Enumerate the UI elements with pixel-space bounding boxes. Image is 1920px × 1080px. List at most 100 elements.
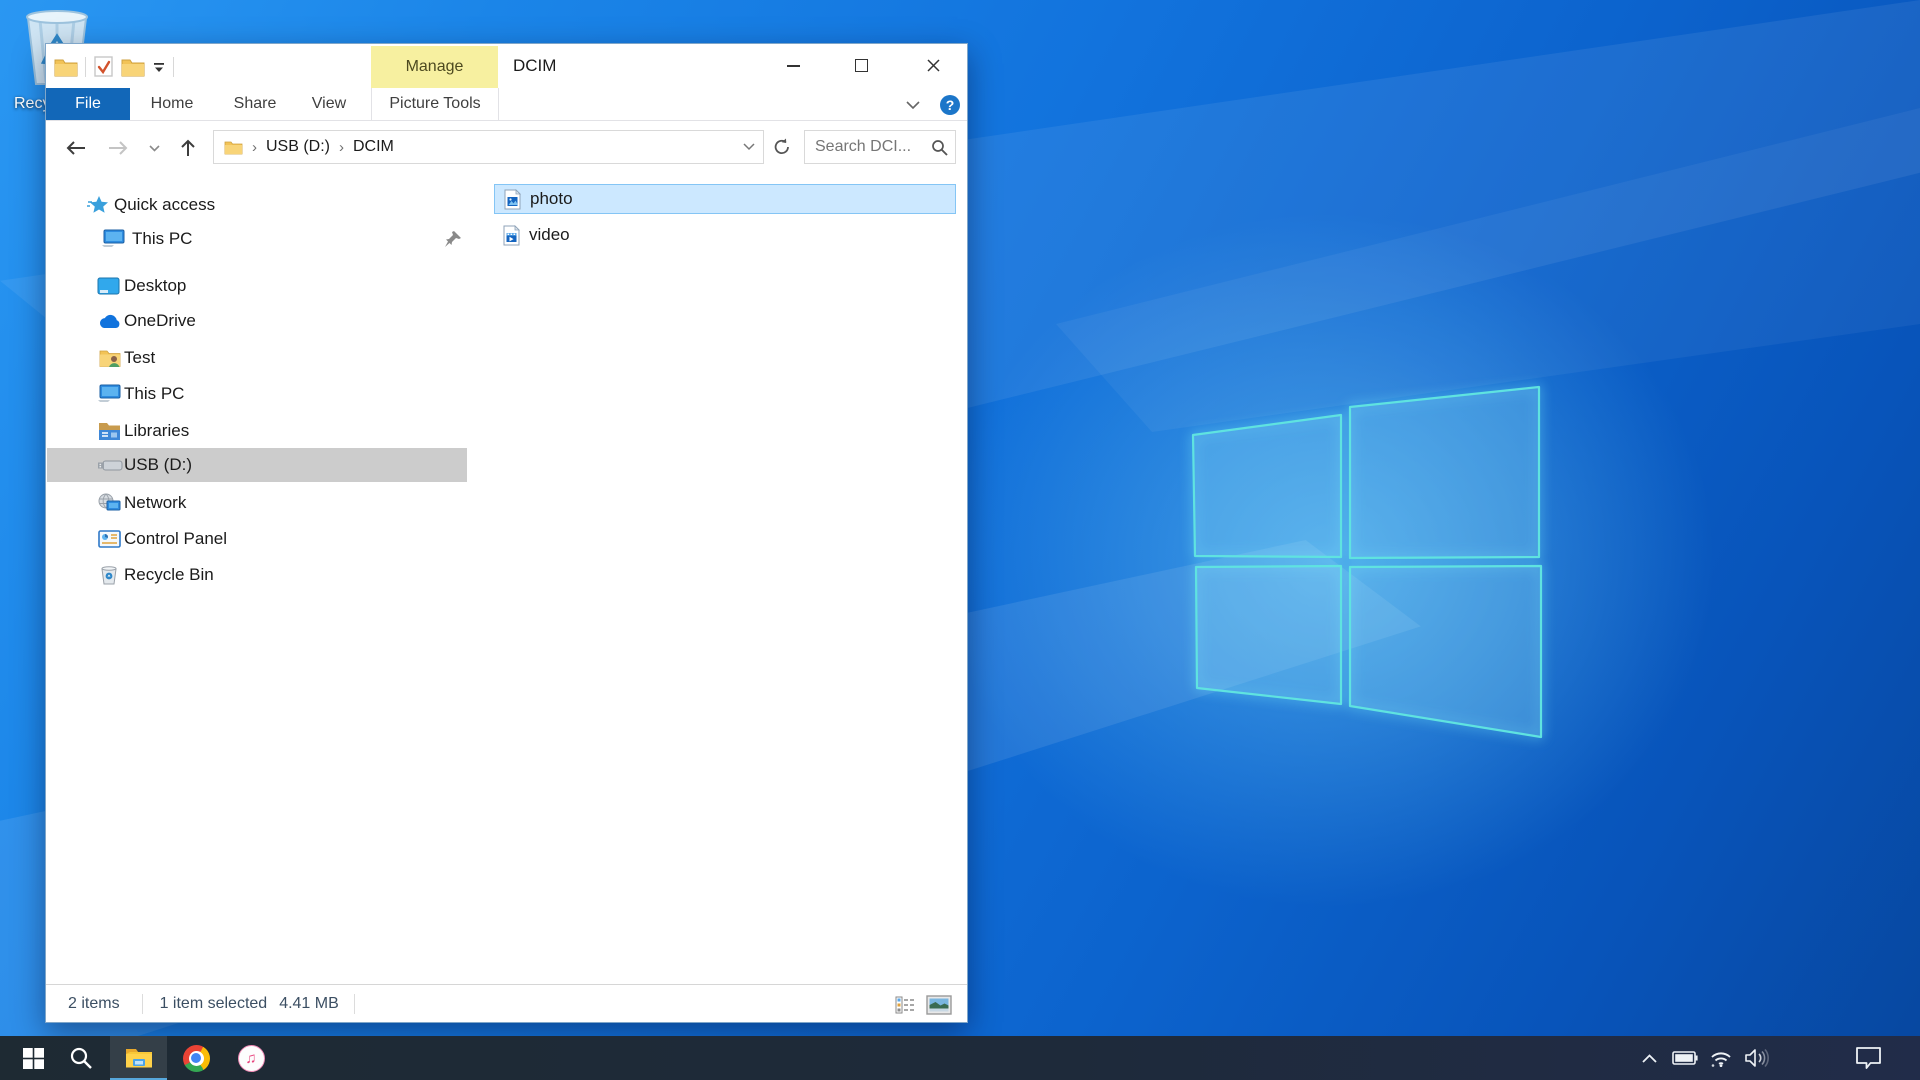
action-center-icon xyxy=(1855,1046,1882,1070)
maximize-button[interactable] xyxy=(838,44,884,87)
desktop-screen: Recycle Bin xyxy=(0,0,1920,1080)
windows-start-icon xyxy=(23,1048,44,1069)
tab-manage-contextual[interactable]: Manage xyxy=(371,46,498,88)
file-name: video xyxy=(529,225,570,245)
breadcrumb-dcim[interactable]: DCIM xyxy=(353,138,394,156)
chrome-icon xyxy=(183,1045,210,1072)
refresh-button[interactable] xyxy=(769,134,795,160)
close-icon xyxy=(927,59,940,72)
tab-file[interactable]: File xyxy=(46,88,130,120)
wifi-tray-icon[interactable] xyxy=(1704,1036,1738,1080)
breadcrumb-usb[interactable]: USB (D:) xyxy=(266,138,330,156)
taskbar-file-explorer-button[interactable] xyxy=(110,1036,167,1080)
search-box[interactable] xyxy=(804,130,956,164)
wifi-icon xyxy=(1708,1048,1734,1068)
sidebar-item-label: This PC xyxy=(132,229,192,249)
qat-separator xyxy=(85,57,86,77)
action-center-button[interactable] xyxy=(1848,1036,1888,1080)
sidebar-item-onedrive[interactable]: OneDrive xyxy=(47,304,467,338)
large-icons-view-button[interactable] xyxy=(924,992,954,1017)
sidebar-item-this-pc-pinned[interactable]: This PC xyxy=(47,222,467,256)
taskbar-itunes-button[interactable]: ♫ xyxy=(227,1036,275,1080)
photo-file-icon xyxy=(504,189,521,210)
search-icon[interactable] xyxy=(931,139,948,156)
folder-icon xyxy=(224,140,243,155)
address-bar[interactable]: › USB (D:) › DCIM xyxy=(213,130,764,164)
this-pc-monitor-icon xyxy=(97,384,122,404)
start-button[interactable] xyxy=(9,1036,57,1080)
back-button[interactable] xyxy=(62,134,90,162)
sidebar-item-this-pc[interactable]: This PC xyxy=(47,377,467,411)
desktop-icon xyxy=(97,277,120,296)
navigation-toolbar: › USB (D:) › DCIM xyxy=(46,121,967,174)
tab-picture-tools[interactable]: Picture Tools xyxy=(371,88,499,120)
usb-drive-icon xyxy=(97,459,123,472)
forward-button[interactable] xyxy=(104,134,132,162)
close-button[interactable] xyxy=(910,44,956,87)
sidebar-item-label: Quick access xyxy=(114,195,215,215)
properties-check-icon[interactable] xyxy=(93,55,114,78)
network-icon xyxy=(97,493,121,513)
selection-count: 1 item selected xyxy=(160,995,268,1013)
file-row-video[interactable]: video xyxy=(494,220,956,250)
battery-tray-icon[interactable] xyxy=(1668,1036,1702,1080)
search-icon xyxy=(69,1046,93,1070)
sidebar-item-desktop[interactable]: Desktop xyxy=(47,269,467,303)
volume-tray-icon[interactable] xyxy=(1740,1036,1774,1080)
taskbar-search-button[interactable] xyxy=(57,1036,105,1080)
recent-locations-button[interactable] xyxy=(143,134,165,162)
onedrive-cloud-icon xyxy=(97,313,123,330)
libraries-icon xyxy=(98,421,121,441)
windows-logo-wallpaper xyxy=(1150,340,1600,780)
sidebar-item-control-panel[interactable]: Control Panel xyxy=(47,522,467,556)
navigation-pane: Quick access This PC xyxy=(46,174,470,984)
up-arrow-icon xyxy=(180,138,196,158)
maximize-icon xyxy=(855,59,868,72)
sidebar-item-libraries[interactable]: Libraries xyxy=(47,414,467,448)
battery-icon xyxy=(1672,1051,1698,1065)
sidebar-item-label: OneDrive xyxy=(124,311,196,331)
sidebar-item-label: Recycle Bin xyxy=(124,565,214,585)
qat-separator xyxy=(173,57,174,77)
tab-view[interactable]: View xyxy=(298,88,360,120)
file-explorer-icon xyxy=(125,1046,153,1069)
sidebar-item-label: Test xyxy=(124,348,155,368)
taskbar-chrome-button[interactable] xyxy=(172,1036,220,1080)
ribbon-tab-strip: File Home Share View Picture Tools ? xyxy=(46,88,967,121)
help-button[interactable]: ? xyxy=(938,93,962,117)
expand-ribbon-button[interactable] xyxy=(901,93,925,117)
search-input[interactable] xyxy=(805,137,931,157)
file-row-photo[interactable]: photo xyxy=(494,184,956,214)
sidebar-item-network[interactable]: Network xyxy=(47,486,467,520)
tray-expand-button[interactable] xyxy=(1634,1036,1664,1080)
content-area: Quick access This PC xyxy=(46,174,967,984)
back-arrow-icon xyxy=(65,140,87,156)
quick-access-toolbar xyxy=(54,55,174,78)
breadcrumb-chevron: › xyxy=(339,139,344,156)
sidebar-item-usb-selected[interactable]: USB (D:) xyxy=(47,448,467,482)
title-bar[interactable]: Manage DCIM xyxy=(46,44,967,88)
sidebar-item-test[interactable]: Test xyxy=(47,341,467,375)
speaker-icon xyxy=(1744,1048,1770,1068)
file-list[interactable]: photo video xyxy=(470,174,967,984)
forward-arrow-icon xyxy=(107,140,129,156)
details-view-button[interactable] xyxy=(892,992,918,1017)
up-button[interactable] xyxy=(174,134,202,162)
address-dropdown-icon[interactable] xyxy=(743,143,755,151)
file-explorer-window: Manage DCIM File Home Share View Picture… xyxy=(45,43,968,1023)
quick-access-star-icon xyxy=(87,195,109,215)
qat-customize-dropdown-icon[interactable] xyxy=(152,61,166,73)
tab-share[interactable]: Share xyxy=(218,88,292,120)
sidebar-item-recycle-bin[interactable]: Recycle Bin xyxy=(47,558,467,592)
sidebar-item-quick-access[interactable]: Quick access xyxy=(47,188,467,222)
new-folder-icon[interactable] xyxy=(121,57,145,77)
refresh-icon xyxy=(773,138,791,156)
chevron-down-icon xyxy=(149,145,160,152)
item-count: 2 items xyxy=(68,995,120,1013)
user-folder-icon xyxy=(99,348,122,368)
tab-home[interactable]: Home xyxy=(138,88,206,120)
this-pc-monitor-icon xyxy=(101,229,126,249)
sidebar-item-label: USB (D:) xyxy=(124,455,192,475)
minimize-button[interactable] xyxy=(770,44,816,87)
details-view-icon xyxy=(895,996,915,1014)
